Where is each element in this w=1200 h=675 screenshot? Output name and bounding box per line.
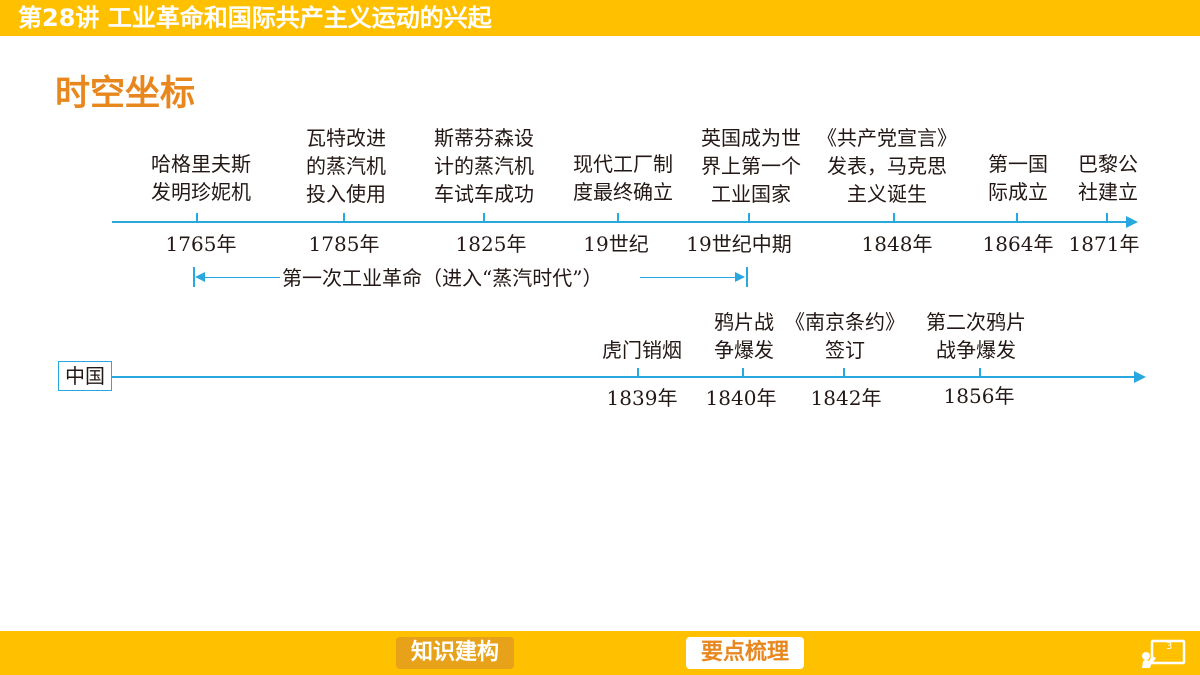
axis-tick [893,213,895,221]
lecture-title: 第28讲 工业革命和国际共产主义运动的兴起 [18,4,492,32]
axis-tick [742,368,744,376]
timeline-event: 现代工厂制 度最终确立 [573,152,673,204]
key-points-button[interactable]: 要点梳理 [686,637,804,669]
china-event: 虎门销烟 [602,338,682,362]
china-year: 1839年 [606,386,678,410]
span-line-right [640,277,740,278]
timeline-year: 1848年 [861,232,933,256]
timeline-event: 第一国 际成立 [988,152,1048,204]
world-axis-arrow-icon [1126,216,1138,228]
whiteboard-icon[interactable] [1140,638,1188,668]
world-axis-line [112,221,1126,223]
china-label-box: 中国 [58,361,112,391]
axis-tick [637,368,639,376]
china-year: 1856年 [943,384,1015,408]
header-bar: 第28讲 工业革命和国际共产主义运动的兴起 [0,0,1200,36]
industrial-revolution-label: 第一次工业革命（进入“蒸汽时代”） [282,264,603,292]
span-line-left [200,277,280,278]
timeline-year: 1871年 [1068,232,1140,256]
china-year: 1840年 [705,386,777,410]
axis-tick [343,213,345,221]
span-right-arrow-icon [735,272,745,282]
knowledge-construction-button[interactable]: 知识建构 [396,637,514,669]
timeline-event: 英国成为世 界上第一个 工业国家 [701,126,801,206]
timeline-year: 1785年 [308,232,380,256]
axis-tick [843,368,845,376]
axis-tick [196,213,198,221]
axis-tick [979,368,981,376]
timeline-event: 斯蒂芬森设 计的蒸汽机 车试车成功 [434,126,534,206]
china-axis-arrow-icon [1134,371,1146,383]
footer-bar: 知识建构 要点梳理 3 [0,631,1200,675]
timeline-year: 1825年 [455,232,527,256]
china-year: 1842年 [810,386,882,410]
timeline-event: 《共产党宣言》 发表，马克思 主义诞生 [817,126,957,206]
china-event: 第二次鸦片 战争爆发 [926,310,1026,362]
axis-tick [617,213,619,221]
timeline-event: 瓦特改进 的蒸汽机 投入使用 [306,126,386,206]
timeline-year: 1765年 [165,232,237,256]
axis-tick [483,213,485,221]
china-axis-line [112,376,1134,378]
timeline-event: 哈格里夫斯 发明珍妮机 [151,152,251,204]
timeline-year: 19世纪中期 [686,232,792,256]
china-event: 《南京条约》 签订 [785,310,905,362]
axis-tick [748,213,750,221]
timeline-year: 19世纪 [583,232,649,256]
section-title: 时空坐标 [55,74,196,114]
page-number: 3 [1166,641,1173,652]
timeline-year: 1864年 [982,232,1054,256]
timeline-event: 巴黎公 社建立 [1078,152,1138,204]
axis-tick [1106,213,1108,221]
span-end-bar [746,267,748,287]
axis-tick [1016,213,1018,221]
